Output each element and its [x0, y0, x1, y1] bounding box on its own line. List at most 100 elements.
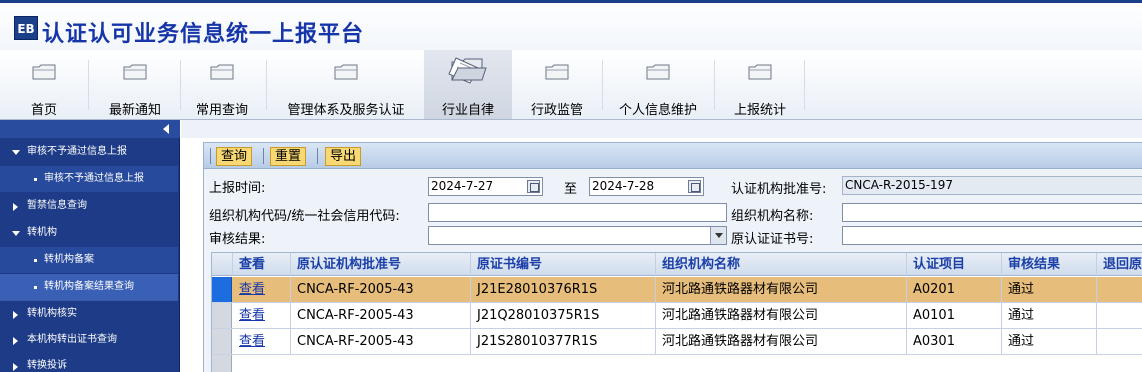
org-name-label: 组织机构名称: — [731, 209, 814, 224]
cell-org-name: 河北路通铁路器材有限公司 — [656, 329, 907, 354]
sidebar-item-label: 转机构备案结果查询 — [44, 281, 134, 292]
cell-orig-approval: CNCA-RF-2005-43 — [291, 329, 471, 354]
column-header[interactable]: 原认证机构批准号 — [291, 253, 471, 276]
cell-orig-cert: J21E28010376R1S — [471, 277, 656, 302]
toolbar-separator — [210, 148, 211, 164]
calendar-icon[interactable] — [527, 180, 540, 193]
sidebar-item-label: 审核不予通过信息上报 — [44, 173, 144, 184]
open-folder-icon — [448, 57, 487, 84]
bullet-icon — [34, 286, 37, 289]
column-header[interactable]: 组织机构名称 — [656, 253, 907, 276]
nav-home[interactable]: 首页 — [6, 50, 82, 119]
app-logo: EB — [14, 16, 38, 40]
nav-label: 管理体系及服务认证 — [287, 103, 405, 118]
org-name-field[interactable] — [842, 203, 1142, 222]
chevron-right-icon — [13, 363, 18, 371]
sidebar-item-transfer-filing[interactable]: 转机构备案 — [0, 247, 178, 273]
table-row[interactable]: 查看 CNCA-RF-2005-43 J21S28010377R1S 河北路通铁… — [212, 329, 1142, 355]
reset-button[interactable]: 重置 — [270, 147, 307, 166]
query-button[interactable]: 查询 — [216, 147, 253, 166]
sidebar-item-label: 本机构转出证书查询 — [27, 334, 117, 345]
calendar-icon[interactable] — [688, 180, 701, 193]
sidebar-group-rejected-report[interactable]: 审核不予通过信息上报 — [0, 139, 178, 165]
sidebar-item-rejected-report[interactable]: 审核不予通过信息上报 — [0, 166, 178, 192]
nav-label: 首页 — [30, 103, 57, 118]
cell-returned — [1097, 329, 1142, 354]
orig-cert-label: 原认证证书号: — [731, 232, 814, 247]
app-header: EB 认证认可业务信息统一上报平台 — [0, 0, 1142, 53]
chevron-down-icon[interactable] — [710, 227, 726, 244]
nav-personal-info[interactable]: 个人信息维护 — [606, 50, 710, 119]
column-header[interactable]: 审核结果 — [1002, 253, 1097, 276]
folder-icon — [334, 64, 358, 80]
row-selector[interactable] — [212, 277, 232, 302]
date-to-field[interactable]: 2024-7-28 — [589, 177, 704, 196]
nav-common-query[interactable]: 常用查询 — [184, 50, 260, 119]
nav-report-stats[interactable]: 上报统计 — [720, 50, 800, 119]
cell-orig-approval: CNCA-RF-2005-43 — [291, 277, 471, 302]
sidebar-item-label: 转机构备案 — [44, 254, 94, 265]
view-link[interactable]: 查看 — [233, 277, 291, 302]
app-title: 认证认可业务信息统一上报平台 — [42, 22, 365, 47]
toolbar-separator — [263, 148, 264, 164]
toolbar-separator — [317, 148, 318, 164]
cell-orig-cert: J21S28010377R1S — [471, 329, 656, 354]
grid-header: 查看 原认证机构批准号 原证书编号 组织机构名称 认证项目 审核结果 退回原 — [212, 253, 1142, 276]
sidebar-group-suspension-query[interactable]: 暂禁信息查询 — [0, 193, 178, 219]
column-header[interactable]: 查看 — [233, 253, 291, 276]
chevron-down-icon — [12, 150, 20, 155]
sidebar-item-transfer-filing-result[interactable]: 转机构备案结果查询 — [0, 274, 178, 300]
sidebar: 审核不予通过信息上报 审核不予通过信息上报 暂禁信息查询 转机构 转机构备案 转… — [0, 120, 180, 372]
view-link[interactable]: 查看 — [233, 303, 291, 328]
sidebar-group-outgoing-cert[interactable]: 本机构转出证书查询 — [0, 327, 178, 353]
nav-separator — [714, 60, 715, 110]
sidebar-group-transfer-complaint[interactable]: 转换投诉 — [0, 353, 178, 372]
report-time-label: 上报时间: — [209, 181, 266, 196]
query-panel: 查询 重置 导出 上报时间: 2024-7-27 至 2024-7-28 认证机… — [203, 142, 1142, 372]
nav-admin-supervision[interactable]: 行政监管 — [516, 50, 598, 119]
date-from-field[interactable]: 2024-7-27 — [428, 177, 543, 196]
nav-label: 最新通知 — [108, 103, 161, 118]
view-link[interactable]: 查看 — [233, 329, 291, 354]
review-result-select[interactable] — [428, 226, 727, 245]
nav-separator — [804, 60, 805, 110]
approval-no-field: CNCA-R-2015-197 — [842, 176, 1142, 195]
export-button[interactable]: 导出 — [325, 147, 362, 166]
main-content: 查询 重置 导出 上报时间: 2024-7-27 至 2024-7-28 认证机… — [181, 120, 1142, 372]
column-header[interactable]: 退回原 — [1097, 253, 1142, 276]
nav-separator — [266, 60, 267, 110]
column-header[interactable]: 认证项目 — [907, 253, 1002, 276]
org-code-field[interactable] — [428, 203, 727, 222]
cell-result: 通过 — [1002, 303, 1097, 328]
folder-icon — [545, 64, 569, 80]
sidebar-group-transfer-verify[interactable]: 转机构核实 — [0, 301, 178, 327]
nav-industry-self-regulation[interactable]: 行业自律 — [424, 50, 512, 119]
nav-latest-notice[interactable]: 最新通知 — [94, 50, 176, 119]
nav-management-system[interactable]: 管理体系及服务认证 — [272, 50, 420, 119]
folder-icon — [210, 64, 234, 80]
collapse-left-icon[interactable] — [163, 124, 169, 134]
table-row[interactable]: 查看 CNCA-RF-2005-43 J21Q28010375R1S 河北路通铁… — [212, 303, 1142, 329]
chevron-down-icon — [12, 231, 20, 236]
folder-icon — [646, 64, 670, 80]
orig-cert-field[interactable] — [842, 226, 1142, 245]
cell-returned — [1097, 303, 1142, 328]
folder-icon — [32, 64, 56, 80]
sidebar-item-label: 暂禁信息查询 — [27, 200, 87, 211]
column-header[interactable]: 原证书编号 — [471, 253, 656, 276]
folder-icon — [748, 64, 772, 80]
toolbar: 查询 重置 导出 — [204, 143, 1142, 169]
row-selector[interactable] — [212, 329, 232, 354]
approval-no-label: 认证机构批准号: — [731, 182, 827, 197]
table-row[interactable]: 查看 CNCA-RF-2005-43 J21E28010376R1S 河北路通铁… — [212, 277, 1142, 303]
results-grid: 查看 原认证机构批准号 原证书编号 组织机构名称 认证项目 审核结果 退回原 查… — [211, 252, 1142, 372]
cell-returned — [1097, 277, 1142, 302]
cell-project: A0301 — [907, 329, 1002, 354]
chevron-right-icon — [13, 203, 18, 211]
cell-org-name: 河北路通铁路器材有限公司 — [656, 303, 907, 328]
nav-separator — [602, 60, 603, 110]
sidebar-item-label: 转机构 — [27, 227, 57, 238]
row-selector[interactable] — [212, 303, 232, 328]
main-nav: 首页 最新通知 常用查询 管理体系及服务认证 行业自律 行政监管 个人信息维护 … — [0, 50, 1142, 120]
sidebar-group-transfer[interactable]: 转机构 — [0, 220, 178, 246]
